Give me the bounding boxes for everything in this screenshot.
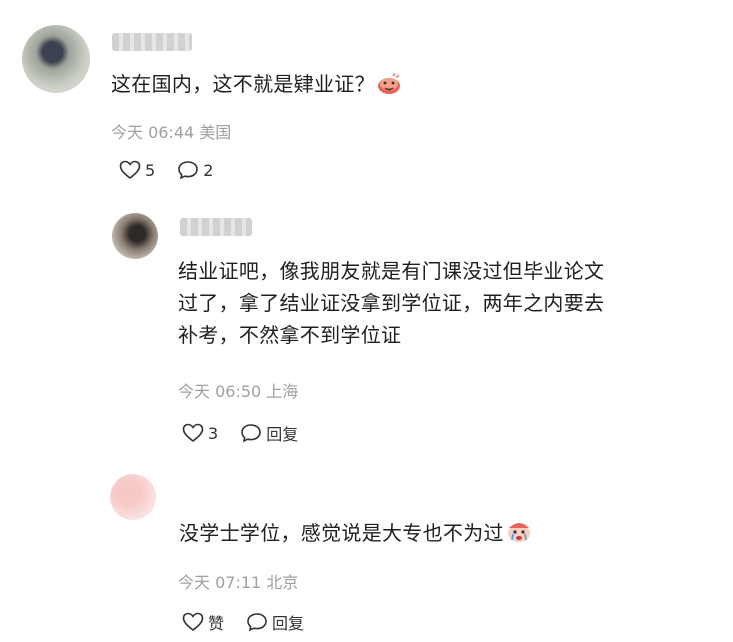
comment-meta: 今天 06:44 美国 <box>111 119 231 143</box>
comment-actions: 3 回复 <box>182 421 298 445</box>
reply-label: 回复 <box>272 614 305 633</box>
comment-text-content: 没学士学位，感觉说是大专也不为过 <box>179 521 504 545</box>
location: 上海 <box>266 382 299 401</box>
comment-icon <box>178 161 198 180</box>
comment-icon <box>241 424 261 443</box>
location: 北京 <box>266 573 299 592</box>
comment-text-line: 过了，拿了结业证没拿到学位证，两年之内要去 <box>178 291 605 315</box>
reply-button[interactable]: 回复 <box>246 610 304 634</box>
heart-icon <box>182 423 204 443</box>
timestamp: 今天 06:50 <box>178 382 262 401</box>
heart-icon <box>119 160 141 180</box>
timestamp: 今天 07:11 <box>178 573 262 592</box>
like-label: 赞 <box>208 614 225 633</box>
timestamp: 今天 06:44 <box>111 123 195 142</box>
comment-text: 结业证吧，像我朋友就是有门课没过但毕业论文 过了，拿了结业证没拿到学位证，两年之… <box>178 255 604 351</box>
reply-button[interactable]: 2 <box>177 160 213 180</box>
like-button[interactable]: 赞 <box>182 610 224 634</box>
comment-text-line: 补考，不然拿不到学位证 <box>178 323 402 347</box>
comment-text: 没学士学位，感觉说是大专也不为过 <box>179 517 532 553</box>
avatar[interactable] <box>22 25 90 93</box>
comment-actions: 5 2 <box>119 160 213 180</box>
heart-icon <box>182 612 204 632</box>
avatar[interactable] <box>112 213 158 259</box>
comment-text-line: 结业证吧，像我朋友就是有门课没过但毕业论文 <box>178 259 605 283</box>
comment-meta: 今天 07:11 北京 <box>178 569 298 593</box>
username-blurred[interactable] <box>180 218 252 236</box>
comment-meta: 今天 06:50 上海 <box>178 378 298 402</box>
reply-count: 2 <box>203 160 214 180</box>
location: 美国 <box>199 123 232 142</box>
comment-text: 这在国内，这不就是肄业证？ <box>111 68 401 104</box>
reply-button[interactable]: 回复 <box>240 421 298 445</box>
like-button[interactable]: 5 <box>119 160 155 180</box>
like-button[interactable]: 3 <box>182 423 218 443</box>
comment-actions: 赞 回复 <box>182 610 304 634</box>
comment-icon <box>247 613 267 632</box>
comment-text-content: 这在国内，这不就是肄业证？ <box>111 72 375 96</box>
crying-clown-emoji <box>506 520 532 553</box>
like-count: 5 <box>145 160 156 180</box>
avatar[interactable] <box>110 474 156 520</box>
hot-face-emoji <box>377 72 401 104</box>
reply-label: 回复 <box>266 425 299 444</box>
username-blurred[interactable] <box>112 33 192 51</box>
like-count: 3 <box>208 423 219 443</box>
